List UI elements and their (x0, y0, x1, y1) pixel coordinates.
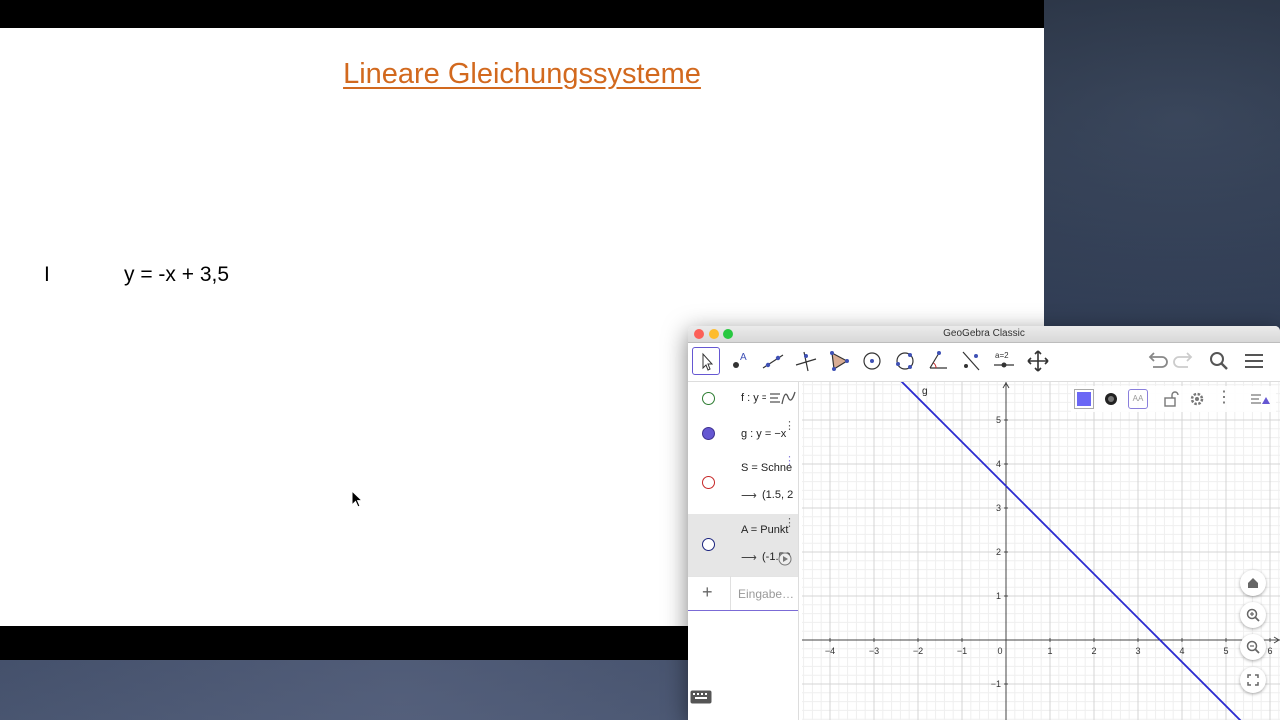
cursor-arrow-icon (702, 352, 714, 371)
y-tick-label: 4 (996, 459, 1001, 469)
search-icon (1210, 352, 1228, 370)
zoom-out-button[interactable] (1240, 634, 1266, 660)
y-tick-label: −1 (991, 679, 1001, 689)
search-button[interactable] (1205, 347, 1233, 375)
lock-icon[interactable] (1161, 389, 1181, 409)
output-arrow-icon: ⟶ (741, 490, 757, 502)
x-tick-label: 2 (1091, 646, 1096, 656)
graphics-view[interactable]: −4 −3 −2 −1 0 1 2 3 4 5 6 5 4 3 2 1 −1 g AA ⋮ (802, 382, 1280, 720)
window-title: GeoGebra Classic (943, 328, 1025, 339)
keyboard-icon[interactable] (690, 690, 712, 704)
add-item-button[interactable]: + (702, 582, 713, 603)
redo-button[interactable] (1170, 347, 1198, 375)
algebra-row-s[interactable]: S = Schne ⟶ (1.5, 2 ⋮ (688, 453, 798, 515)
mouse-cursor-icon (351, 490, 363, 508)
color-button[interactable] (1074, 389, 1094, 409)
y-tick-label: 2 (996, 547, 1001, 557)
undo-button[interactable] (1143, 347, 1171, 375)
x-tick-label: 0 (997, 646, 1002, 656)
x-tick-label: −3 (869, 646, 879, 656)
y-tick-label: 1 (996, 591, 1001, 601)
label-style-button[interactable]: AA (1128, 389, 1148, 409)
input-divider (730, 576, 731, 610)
circle-three-points-icon (896, 352, 914, 370)
move-arrows-icon (1027, 350, 1049, 372)
zoom-in-icon (1246, 608, 1260, 622)
x-tick-label: 1 (1047, 646, 1052, 656)
gear-icon[interactable] (1187, 389, 1207, 409)
geogebra-toolbar: A a=2 (688, 343, 1280, 382)
undo-icon (1148, 352, 1168, 368)
algebra-view[interactable]: f : y = g : y = −x ⋮ S = Schne ⟶ (1.5, 2… (688, 382, 799, 720)
equation-text: y = -x + 3,5 (124, 263, 230, 286)
geogebra-window[interactable]: GeoGebra Classic A a=2 f: y = g: y = −… (688, 326, 1280, 720)
angle-tool-button[interactable] (924, 347, 952, 375)
algebra-value-s: (1.5, 2 (762, 489, 794, 501)
circle-tool-button[interactable] (858, 347, 886, 375)
more-options-icon[interactable]: ⋮ (784, 419, 795, 432)
circle-icon (863, 352, 881, 370)
redo-icon (1173, 352, 1193, 368)
home-view-button[interactable] (1240, 570, 1266, 596)
y-tick-label: 5 (996, 415, 1001, 425)
perpendicular-line-tool-button[interactable] (792, 347, 820, 375)
animation-play-icon[interactable] (778, 552, 792, 566)
algebra-row-g[interactable]: g : y = −x ⋮ (688, 415, 798, 454)
move-graphics-view-tool-button[interactable] (1024, 347, 1052, 375)
algebra-input-field[interactable]: Eingabe… (738, 587, 794, 601)
x-tick-label: −1 (957, 646, 967, 656)
algebra-input-row[interactable]: + Eingabe… (688, 576, 798, 611)
slider-icon: a=2 (994, 351, 1014, 368)
slide-title: Lineare Gleichungssysteme (343, 58, 701, 90)
point-icon: A (733, 352, 747, 368)
zoom-out-icon (1246, 640, 1260, 654)
visibility-marker-g[interactable] (702, 427, 715, 440)
y-tick-label: 3 (996, 503, 1001, 513)
visibility-marker-f[interactable] (702, 392, 715, 405)
visibility-marker-a[interactable] (702, 538, 715, 551)
presentation-top-bar (0, 0, 1044, 28)
window-titlebar[interactable]: GeoGebra Classic (688, 326, 1280, 343)
algebra-view-settings-icon[interactable] (766, 385, 798, 411)
perpendicular-line-icon (795, 351, 817, 372)
point-tool-button[interactable]: A (726, 347, 754, 375)
move-tool-button[interactable] (692, 347, 720, 375)
x-tick-label: 5 (1223, 646, 1228, 656)
more-options-icon[interactable]: ⋮ (1216, 387, 1232, 407)
reflect-tool-button[interactable] (957, 347, 985, 375)
zoom-in-button[interactable] (1240, 602, 1266, 628)
home-icon (1248, 578, 1258, 588)
line-tool-button[interactable] (759, 347, 787, 375)
algebra-row-f[interactable]: f : y = (688, 382, 798, 416)
polygon-icon (830, 351, 849, 371)
line-icon (762, 354, 784, 369)
main-menu-button[interactable] (1240, 347, 1268, 375)
x-tick-label: 4 (1179, 646, 1184, 656)
x-tick-label: 3 (1135, 646, 1140, 656)
polygon-tool-button[interactable] (825, 347, 853, 375)
reflect-line-icon (962, 351, 980, 371)
line-g-label: g (922, 386, 928, 397)
style-bar: AA ⋮ (1071, 386, 1276, 412)
more-options-icon[interactable]: ⋮ (784, 454, 795, 467)
x-tick-label: 6 (1267, 646, 1272, 656)
hamburger-menu-icon (1245, 354, 1263, 368)
slider-tool-button[interactable]: a=2 (990, 347, 1018, 375)
coordinate-grid[interactable]: −4 −3 −2 −1 0 1 2 3 4 5 6 5 4 3 2 1 −1 g (802, 382, 1280, 720)
output-arrow-icon: ⟶ (741, 552, 757, 564)
algebra-row-a[interactable]: A = Punkt ⟶ (-1.59 ⋮ (688, 514, 798, 577)
toggle-style-bar-icon[interactable] (1249, 389, 1271, 409)
x-tick-label: −4 (825, 646, 835, 656)
angle-icon (929, 351, 947, 369)
circle-through-points-tool-button[interactable] (891, 347, 919, 375)
svg-text:A: A (740, 352, 747, 363)
point-style-icon[interactable] (1101, 389, 1121, 409)
x-tick-label: −2 (913, 646, 923, 656)
svg-text:a=2: a=2 (995, 351, 1009, 360)
visibility-marker-s[interactable] (702, 476, 715, 489)
fullscreen-icon (1247, 674, 1259, 686)
more-options-icon[interactable]: ⋮ (784, 516, 795, 529)
fullscreen-button[interactable] (1240, 667, 1266, 693)
equation-label: I (44, 263, 50, 286)
